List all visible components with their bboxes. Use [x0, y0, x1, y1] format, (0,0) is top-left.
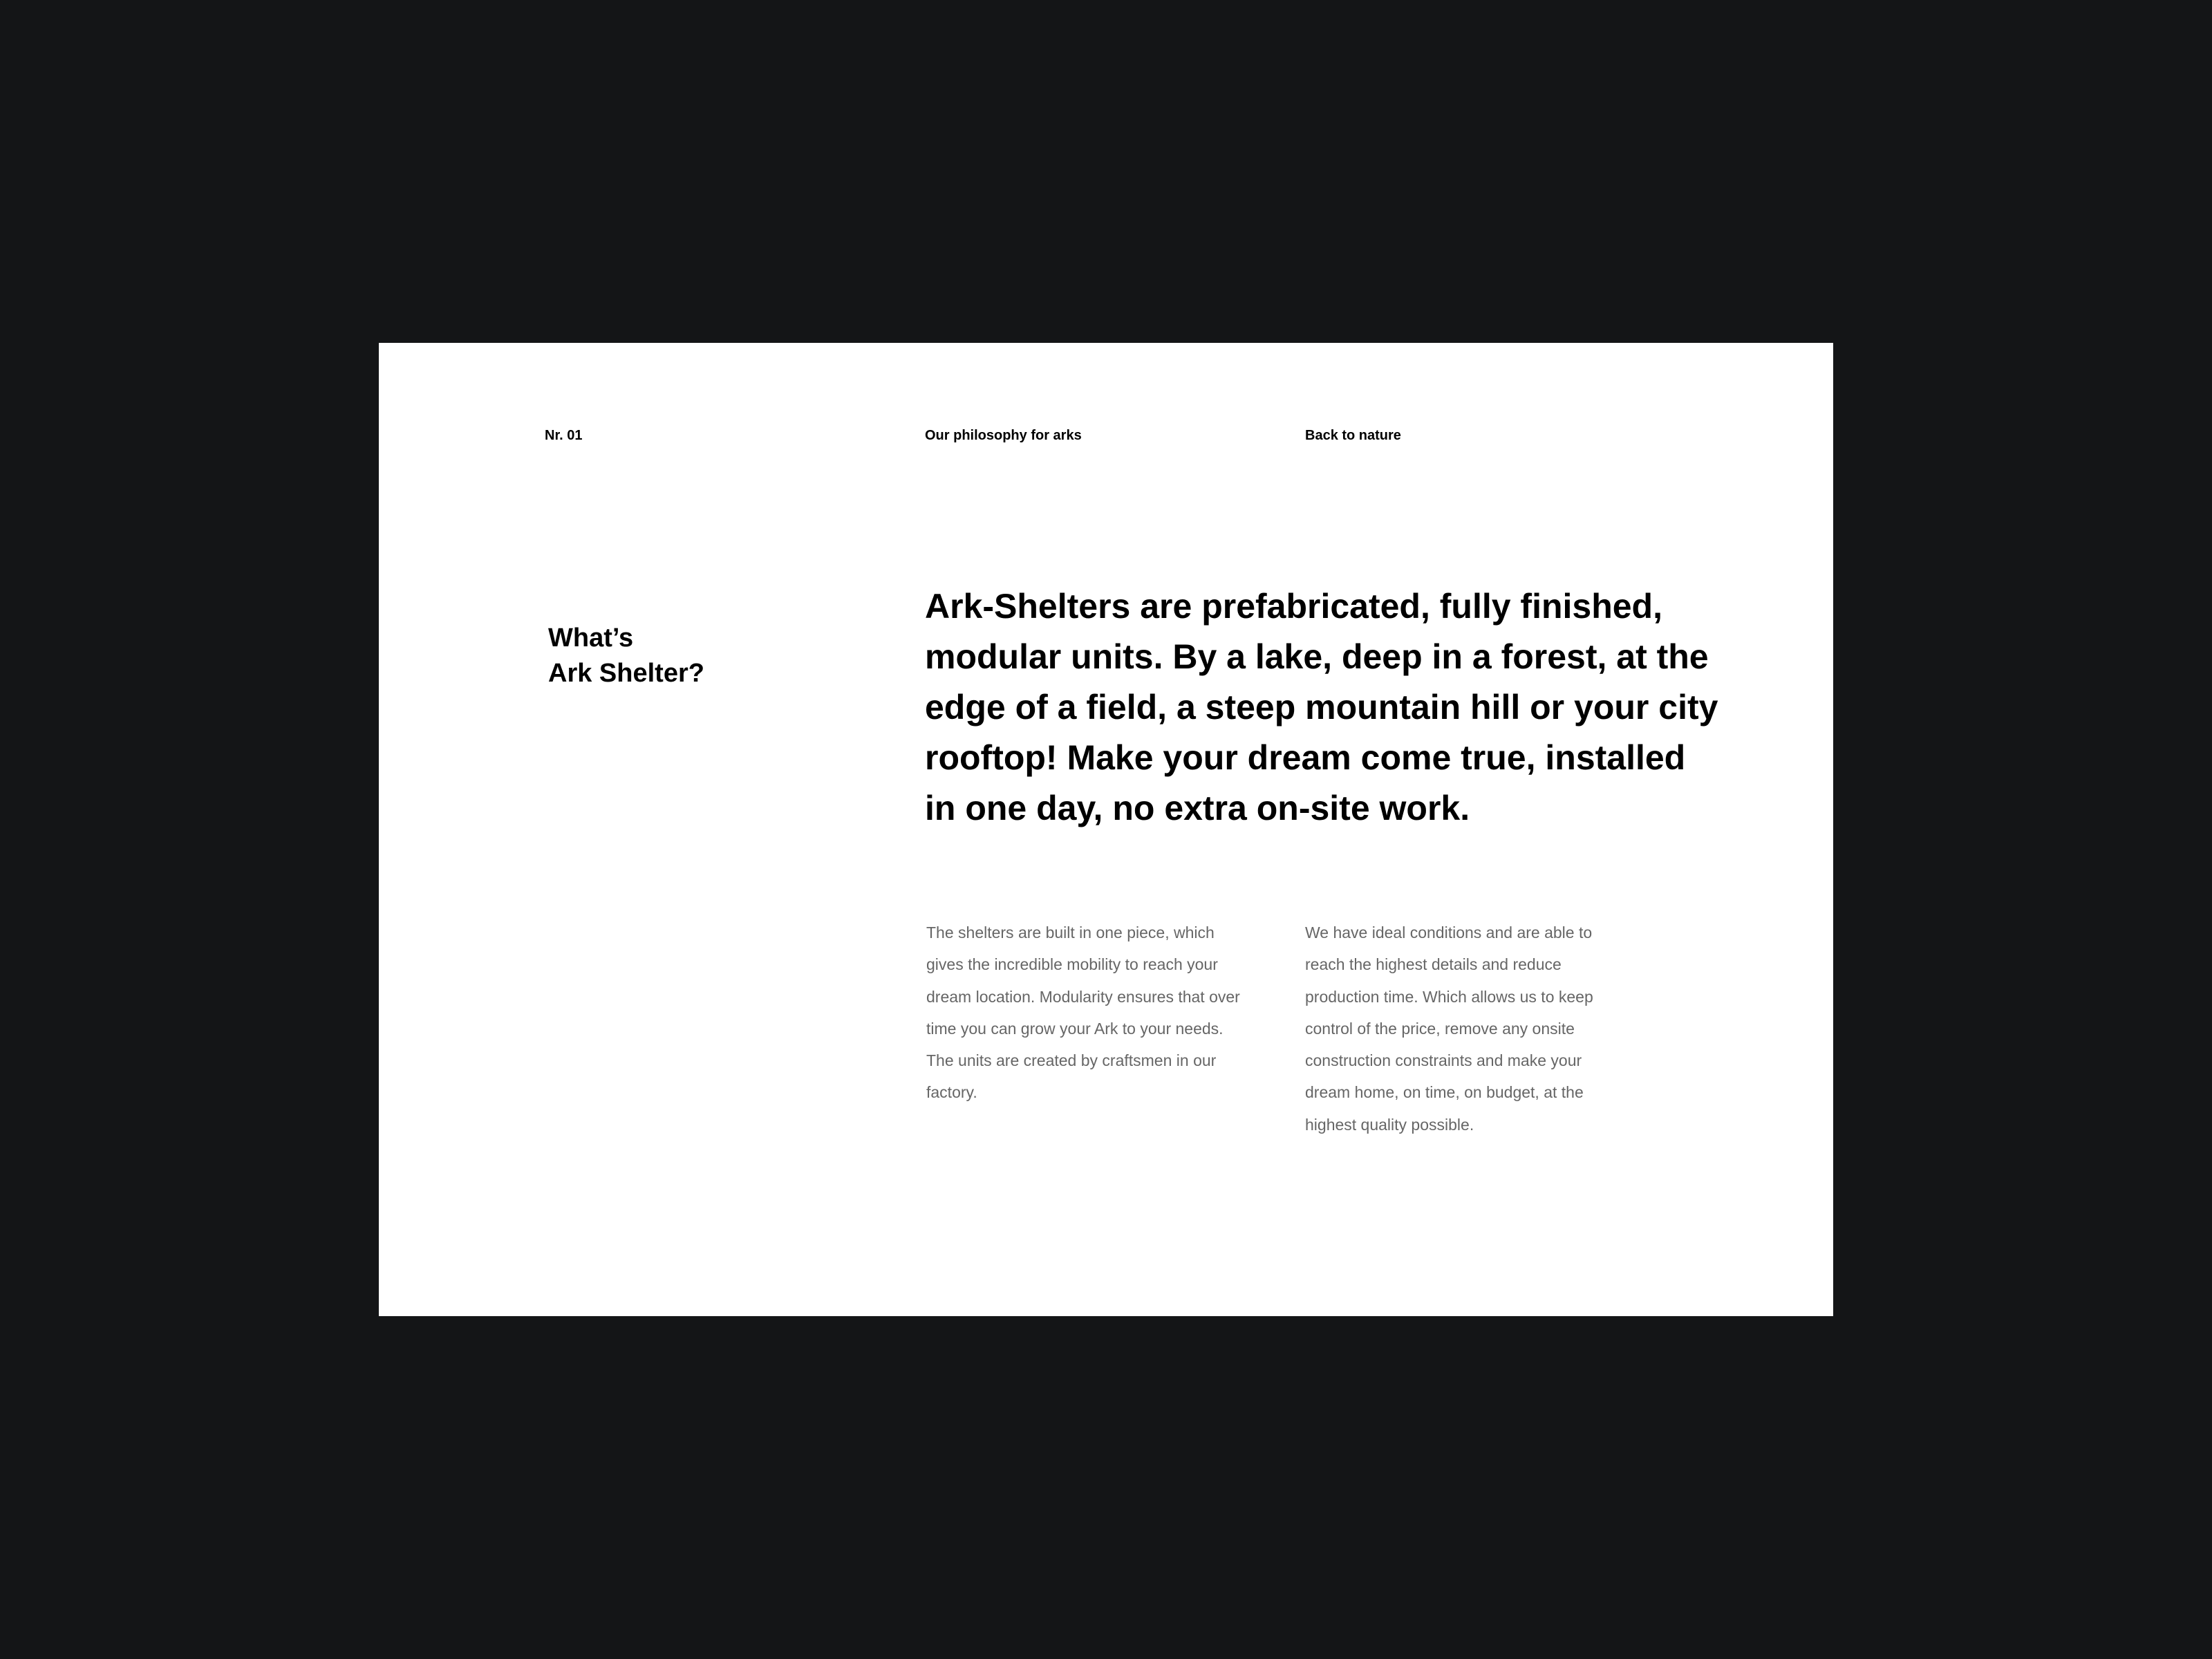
side-heading-line-2: Ark Shelter?	[548, 658, 704, 688]
side-heading: What’s Ark Shelter?	[548, 621, 825, 691]
lead-paragraph: Ark-Shelters are prefabricated, fully fi…	[925, 587, 1718, 827]
side-heading-line-1: What’s	[548, 623, 634, 653]
body-column-1: The shelters are built in one piece, whi…	[926, 924, 1240, 1102]
content-card: Nr. 01 Our philosophy for arks Back to n…	[379, 343, 1833, 1316]
body-column-2: We have ideal conditions and are able to…	[1305, 924, 1593, 1134]
section-label: Our philosophy for arks	[925, 428, 1082, 443]
page-number-label: Nr. 01	[545, 428, 583, 443]
subsection-label: Back to nature	[1305, 428, 1401, 443]
